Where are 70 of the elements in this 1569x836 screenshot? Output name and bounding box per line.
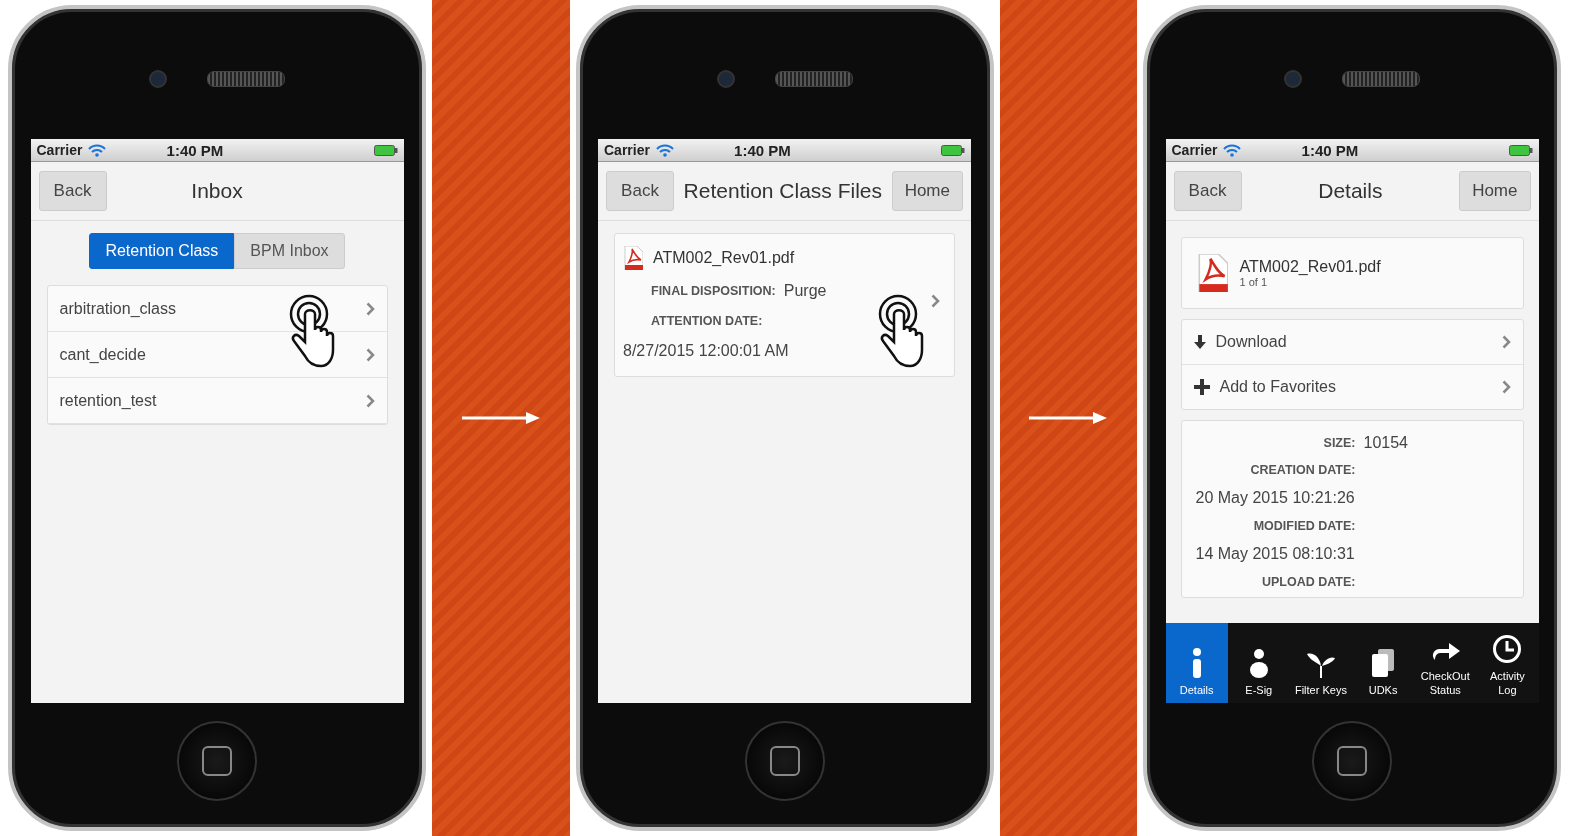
action-label: Add to Favorites [1219, 378, 1337, 396]
field-value: 8/27/2015 12:00:01 AM [623, 342, 789, 360]
action-item[interactable]: Add to Favorites [1181, 365, 1523, 409]
info-icon [1191, 648, 1202, 678]
chevron-icon [365, 301, 375, 316]
battery-icon [941, 144, 965, 156]
list-item[interactable]: retention_test [47, 378, 387, 424]
plus-icon [1193, 379, 1210, 395]
field-value: 10154 [1363, 433, 1408, 452]
action-label: Download [1215, 333, 1288, 351]
field-value: 20 May 2015 10:21:26 [1195, 488, 1355, 507]
wifi-icon [1223, 143, 1242, 157]
tab-button[interactable]: Activity Log [1476, 623, 1539, 703]
item-label: arbitration_class [59, 299, 177, 318]
screen-title: Inbox [190, 179, 244, 203]
screen-title: Retention Class Files [682, 179, 884, 203]
chevron-icon [1501, 335, 1511, 349]
carrier-label: Carrier [36, 142, 83, 158]
tab-button[interactable]: CheckOut Status [1414, 623, 1477, 703]
camera-icon [716, 70, 735, 88]
action-item[interactable]: Download [1181, 320, 1523, 365]
arrow-icon [1029, 411, 1108, 425]
leaf-icon [1305, 652, 1336, 678]
segment-tab[interactable]: Retention Class [89, 233, 235, 269]
pdf-icon [623, 246, 643, 270]
file-name: ATM002_Rev01.pdf [1239, 258, 1381, 276]
item-label: retention_test [59, 391, 158, 410]
wifi-icon [88, 143, 107, 157]
chevron-icon [1501, 380, 1511, 394]
home-button[interactable]: Home [891, 171, 963, 211]
back-button[interactable]: Back [1173, 171, 1242, 211]
battery-icon [1508, 144, 1533, 156]
back-button[interactable]: Back [606, 171, 674, 211]
field-label: MODIFIED DATE: [1252, 518, 1356, 533]
status-time: 1:40 PM [733, 141, 792, 159]
field-label: UPLOAD DATE: [1261, 574, 1356, 589]
chevron-icon [365, 347, 375, 362]
camera-icon [1284, 70, 1302, 88]
battery-icon [373, 144, 398, 156]
carrier-label: Carrier [604, 142, 650, 158]
tab-button[interactable]: Details [1165, 623, 1228, 703]
status-time: 1:40 PM [165, 141, 225, 159]
documents-icon [1370, 648, 1397, 678]
file-card[interactable]: ATM002_Rev01.pdf FINAL DISPOSITION: Purge ATTENTION DATE: 8/27/2015 12:00:01 AM [614, 233, 955, 377]
screen-title: Details [1317, 179, 1384, 203]
status-time: 1:40 PM [1300, 141, 1360, 159]
download-icon [1193, 335, 1206, 349]
field-label: SIZE: [1322, 435, 1356, 450]
file-name: ATM002_Rev01.pdf [653, 249, 795, 267]
camera-icon [149, 70, 167, 88]
wifi-icon [655, 143, 674, 157]
arrow-icon [461, 411, 540, 425]
tab-button[interactable]: UDKs [1352, 623, 1415, 703]
tab-button[interactable]: Filter Keys [1289, 623, 1352, 703]
chevron-icon [365, 393, 375, 408]
field-label: CREATION DATE: [1249, 462, 1356, 477]
field-value: 14 May 2015 08:10:31 [1195, 544, 1355, 563]
back-button[interactable]: Back [38, 171, 107, 211]
segment-tab[interactable]: BPM Inbox [234, 233, 345, 269]
clock-icon [1492, 634, 1523, 664]
field-label: ATTENTION DATE: [651, 314, 763, 328]
home-button[interactable]: Home [1459, 171, 1531, 211]
tab-button[interactable]: E-Sig [1227, 623, 1290, 703]
carrier-label: Carrier [1171, 142, 1218, 158]
item-label: cant_decide [59, 345, 147, 364]
field-label: FINAL DISPOSITION: [651, 284, 776, 298]
page-count: 1 of 1 [1239, 276, 1269, 288]
field-value: Purge [783, 282, 827, 300]
person-icon [1248, 648, 1269, 678]
chevron-icon [931, 294, 940, 308]
